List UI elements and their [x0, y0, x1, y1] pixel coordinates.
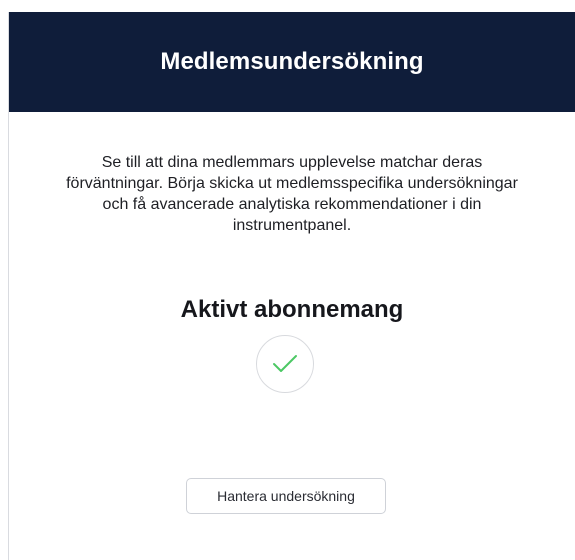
check-icon [273, 355, 297, 372]
manage-survey-button[interactable]: Hantera undersökning [186, 478, 386, 514]
status-heading: Aktivt abonnemang [180, 296, 404, 323]
status-check-circle [256, 335, 314, 393]
card-title: Medlemsundersökning [160, 48, 424, 75]
card-header: Medlemsundersökning [9, 12, 575, 112]
description-text: Se till att dina medlemmars upplevelse m… [66, 154, 518, 234]
